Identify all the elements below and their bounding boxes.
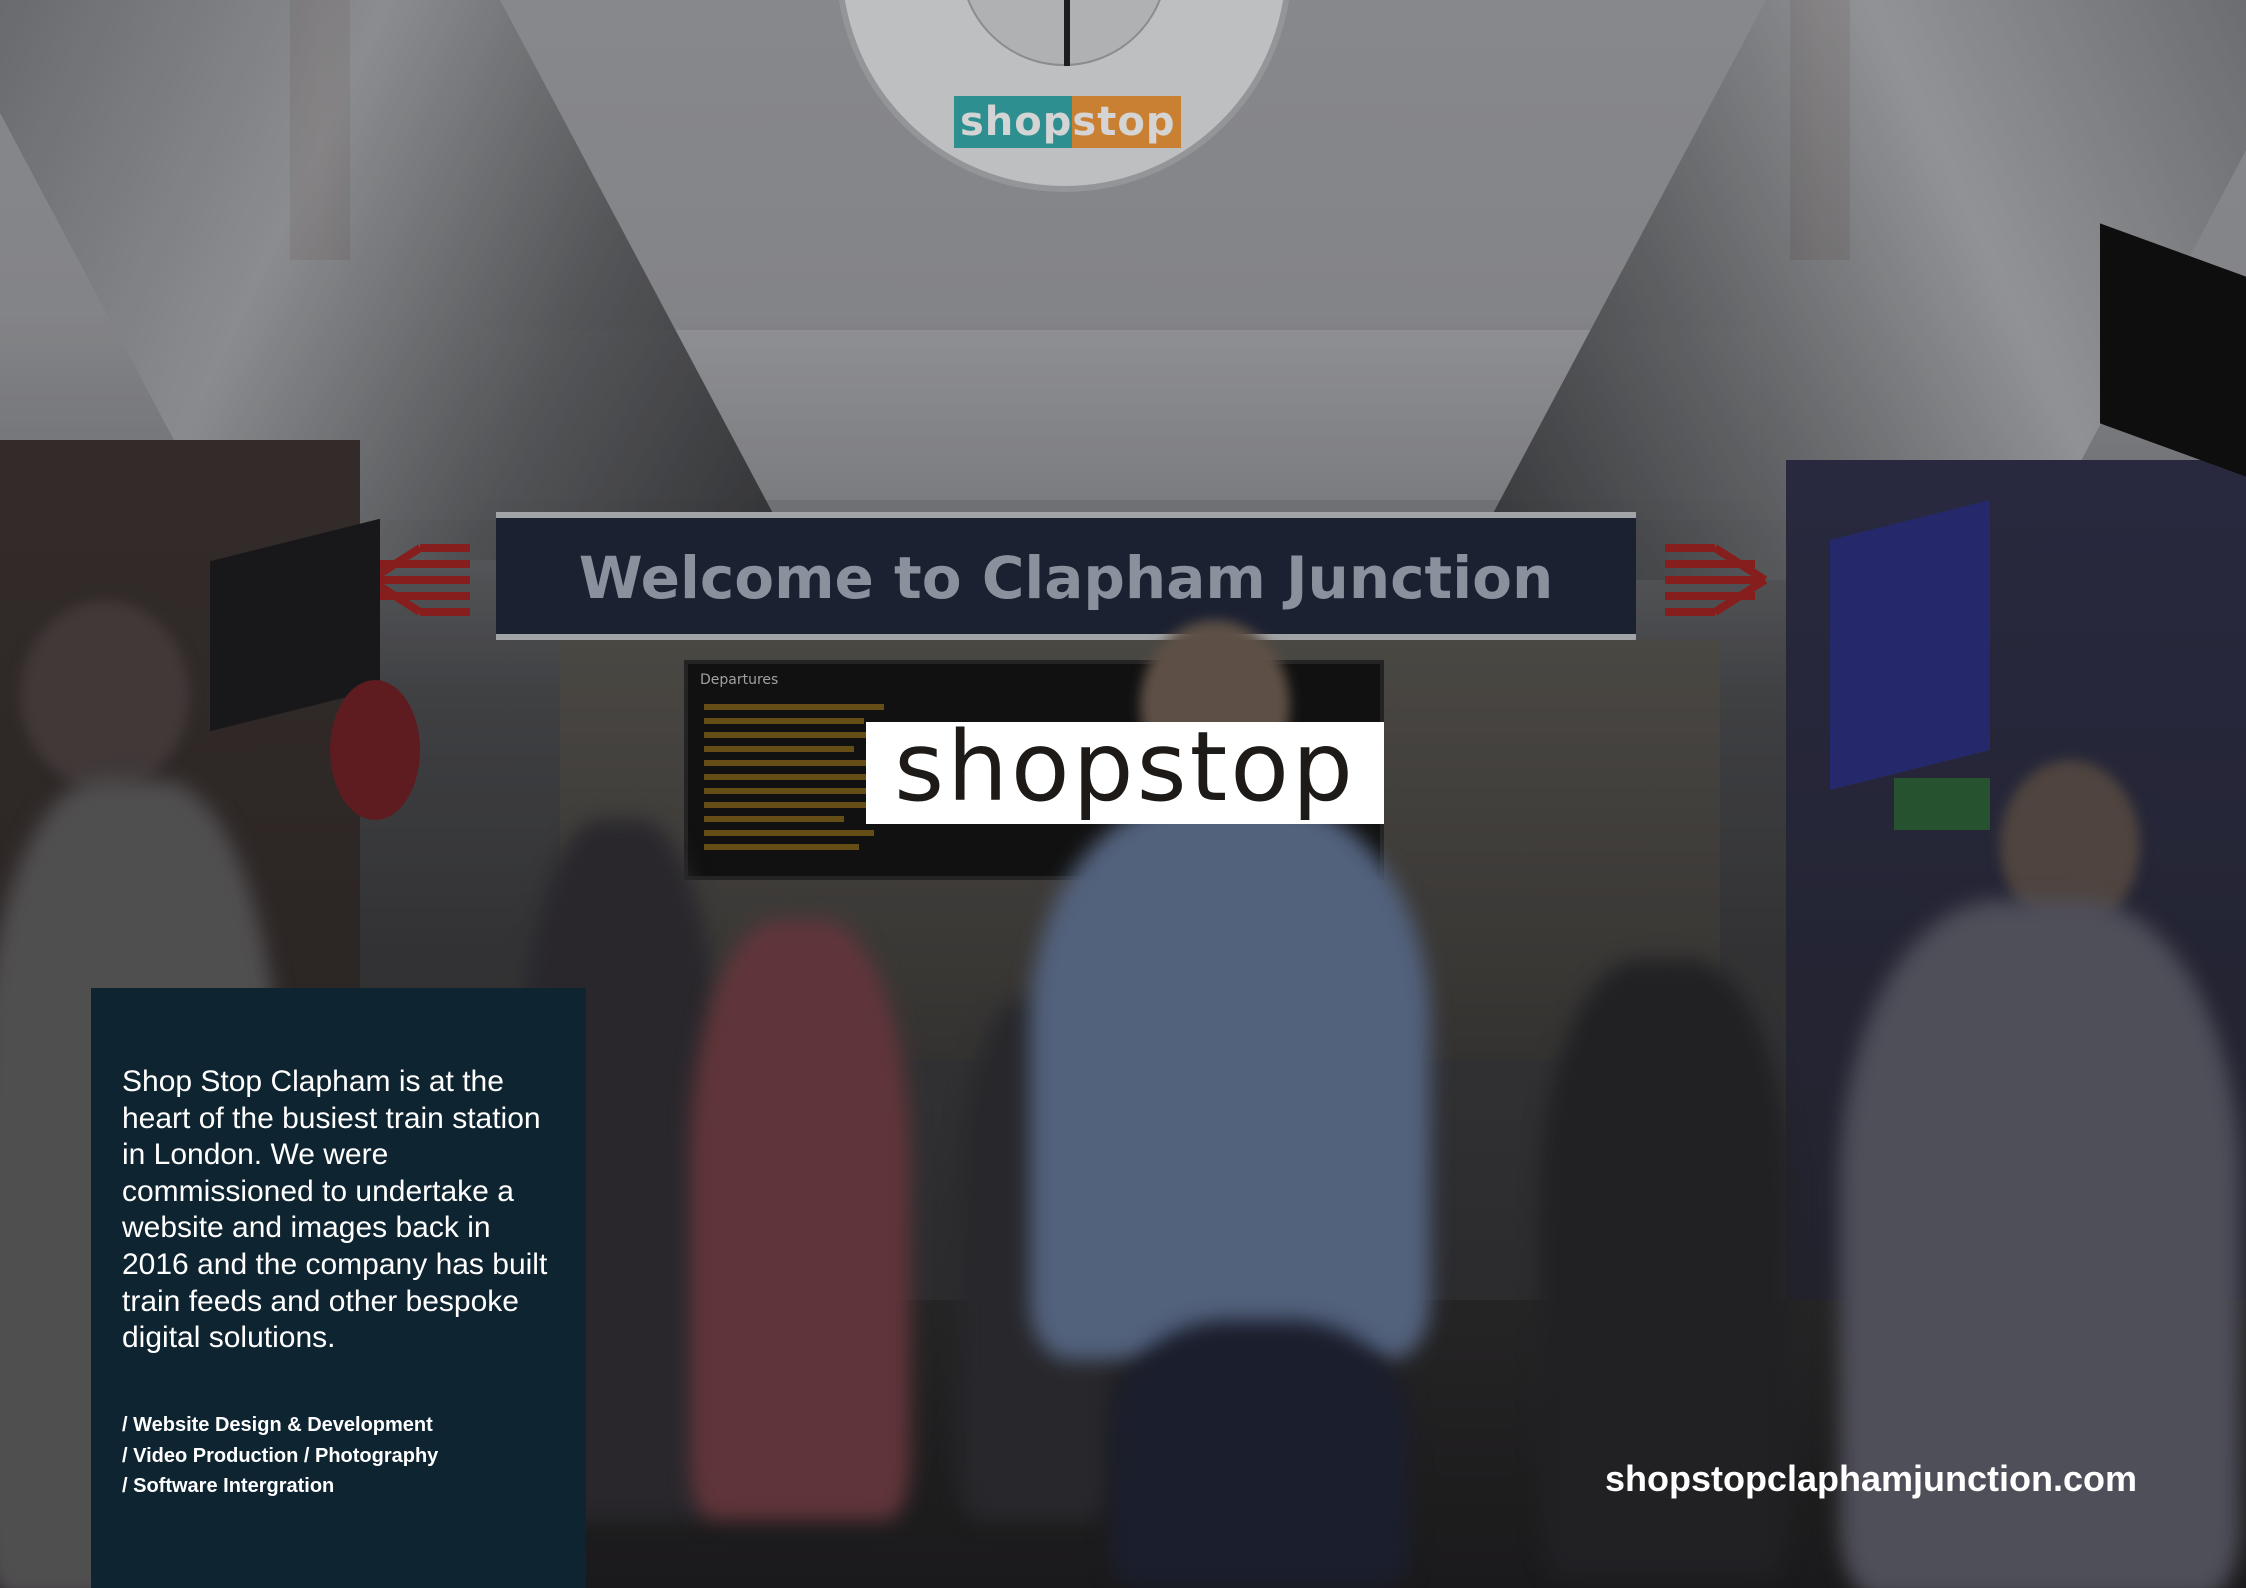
service-item: / Website Design & Development: [122, 1414, 433, 1436]
info-panel: Shop Stop Clapham is at the heart of the…: [91, 988, 586, 1588]
services-list: / Website Design & Development / Video P…: [122, 1410, 562, 1502]
website-link[interactable]: shopstopclaphamjunction.com: [1605, 1458, 2137, 1500]
logo-text: shopstop: [894, 711, 1356, 823]
shopstop-logo: shopstop: [866, 711, 1384, 824]
project-description: Shop Stop Clapham is at the heart of the…: [122, 1065, 548, 1355]
service-item: / Video Production / Photography: [122, 1444, 439, 1467]
service-item: / Software Intergration: [122, 1475, 335, 1497]
